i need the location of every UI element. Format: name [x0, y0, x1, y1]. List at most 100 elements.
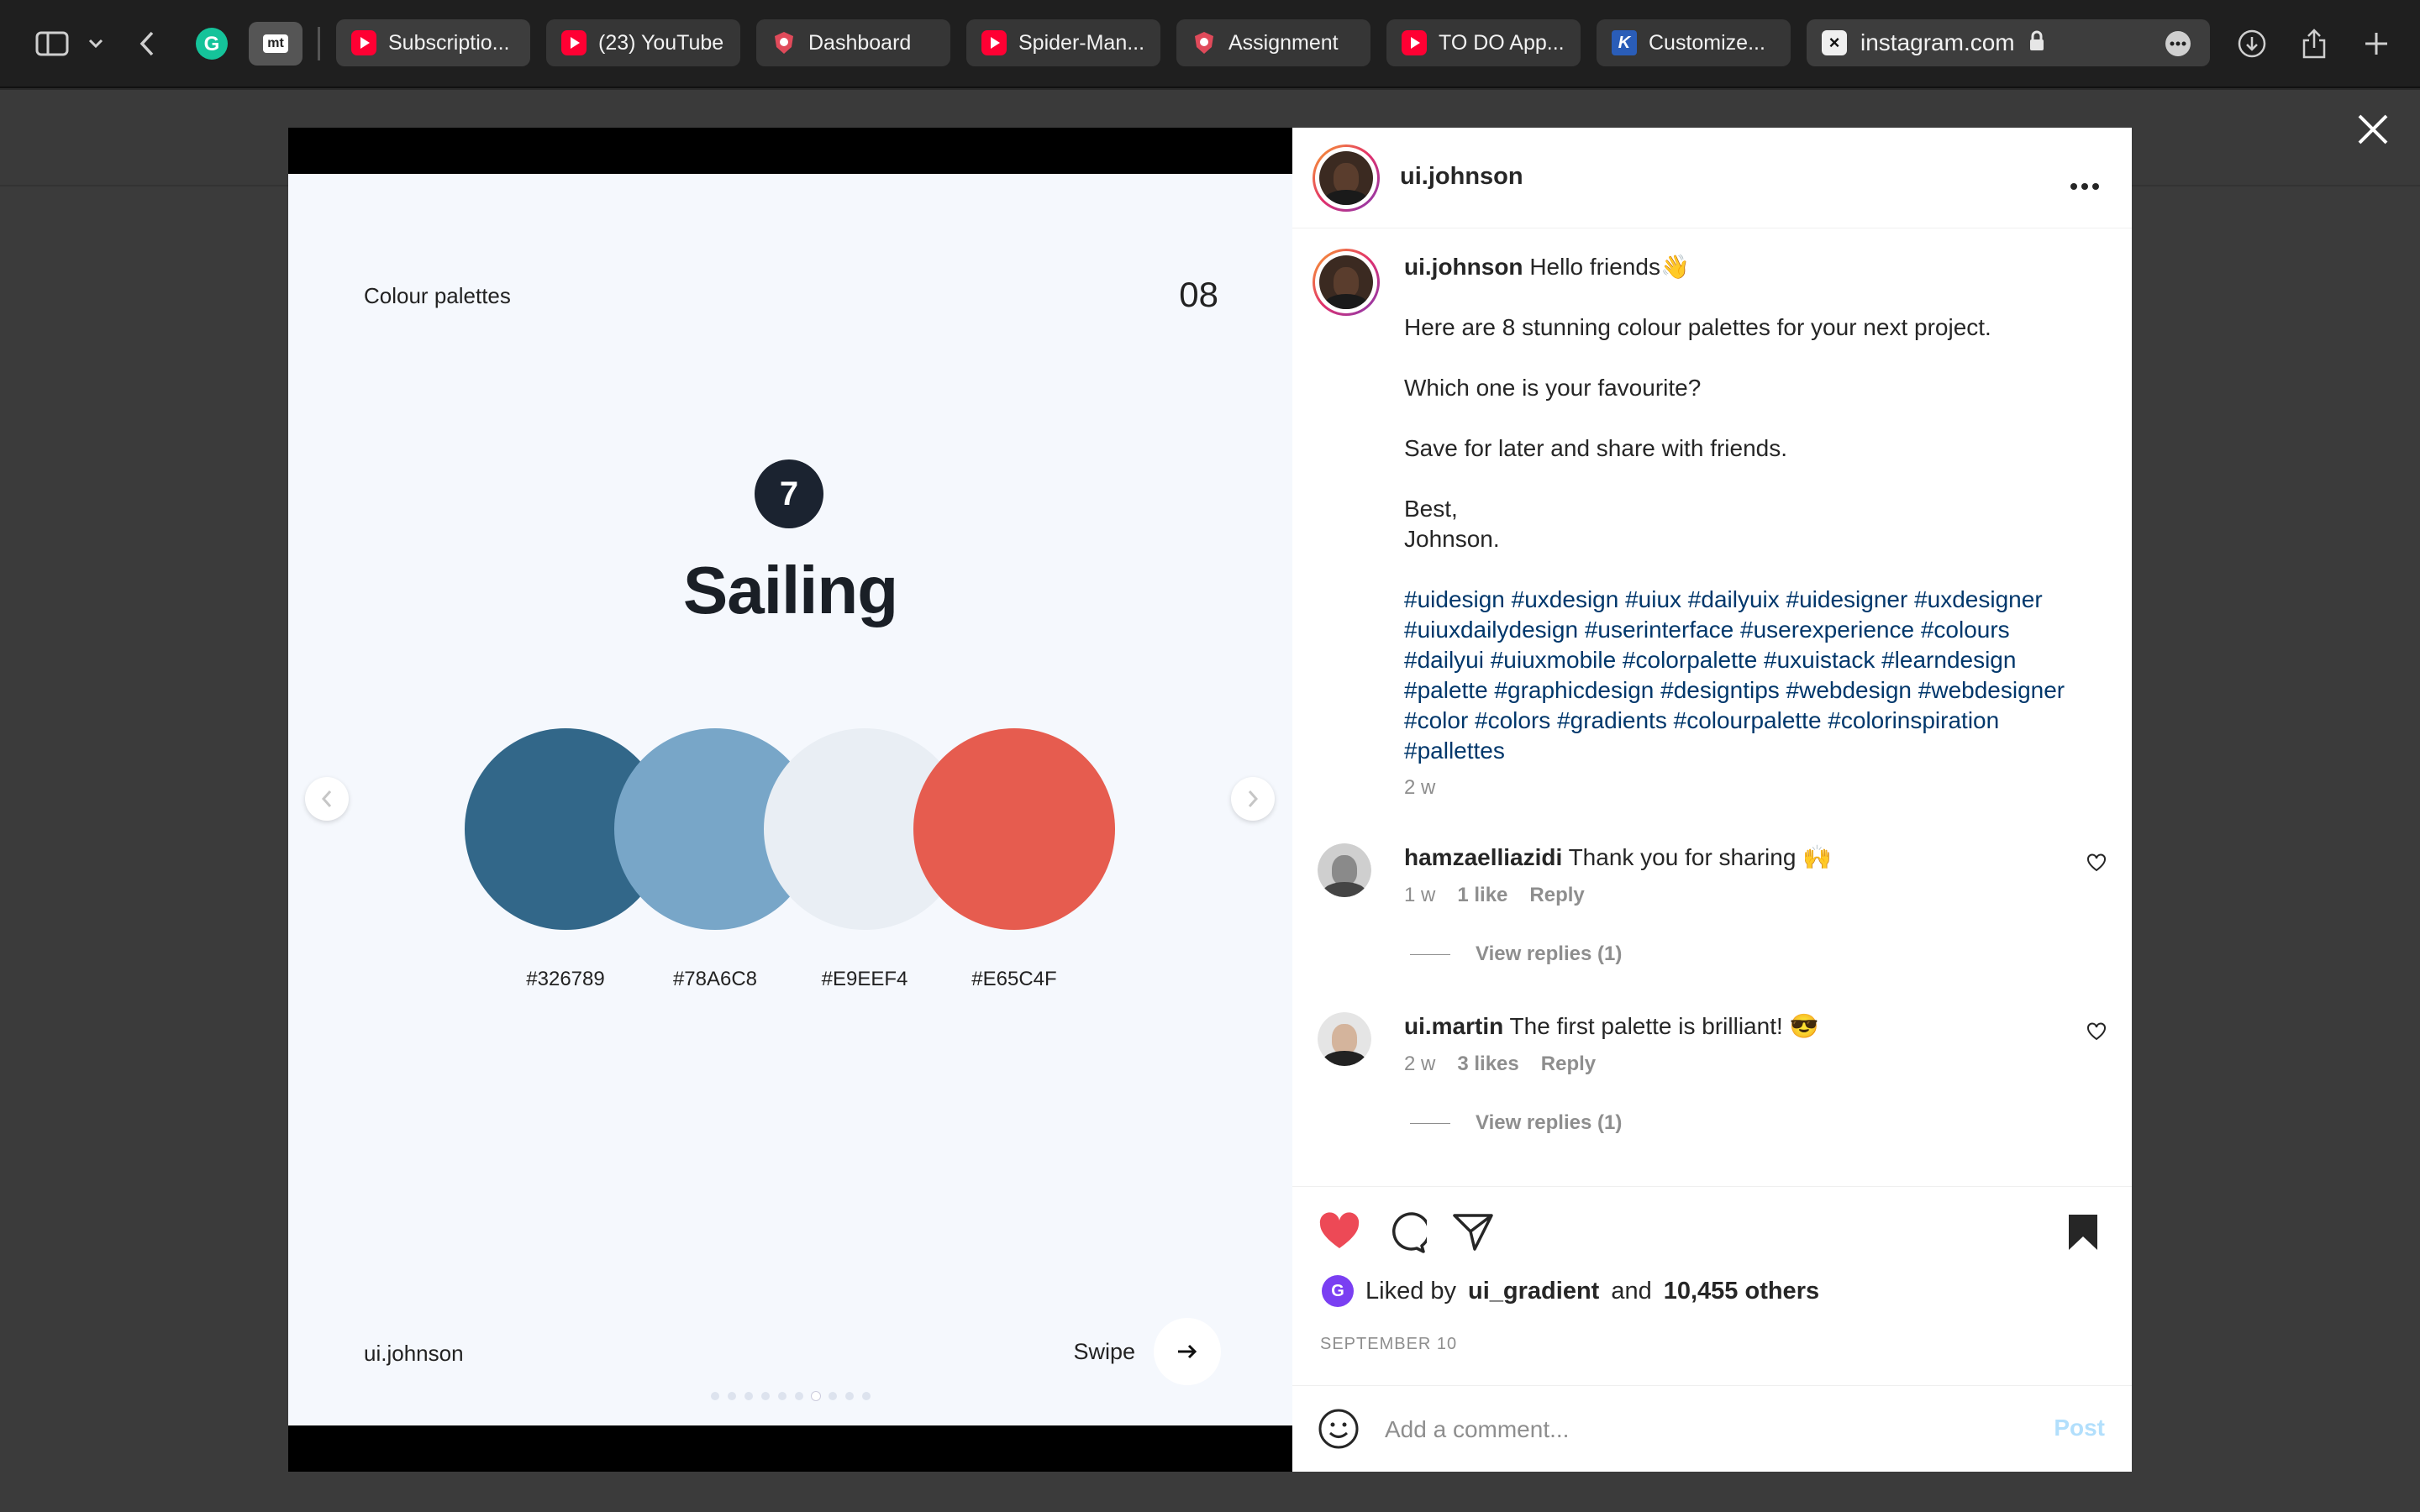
back-arrow-icon[interactable] [134, 22, 160, 66]
bookmark-icon[interactable] [2065, 1212, 2101, 1257]
liked-by-user[interactable]: ui_gradient [1468, 1278, 1599, 1305]
comment-body: The first palette is brilliant! 😎 [1509, 1013, 1819, 1039]
carousel-dot[interactable] [828, 1392, 837, 1400]
comment-icon[interactable] [1385, 1212, 1431, 1258]
comment-username[interactable]: ui.martin [1404, 1013, 1503, 1039]
carousel-dot[interactable] [744, 1392, 753, 1400]
avatar[interactable] [1318, 1012, 1371, 1066]
carousel-slide: Colour palettes 08 7 Sailing #326789 #78… [288, 174, 1292, 1425]
heart-icon[interactable] [2086, 1022, 2107, 1045]
comment-text: hamzaelliazidi Thank you for sharing 🙌 [1404, 843, 1832, 871]
post-details-panel: ui.johnson ui.johnson Hello friends👋 Her… [1292, 128, 2132, 1472]
emoji-icon[interactable] [1318, 1408, 1360, 1454]
browser-toolbar: G mt Subscriptio... (23) YouTube Dashboa… [0, 0, 2420, 88]
tab-youtube[interactable]: (23) YouTube [546, 19, 740, 66]
caption-line: Which one is your favourite? [1404, 375, 1702, 401]
comment: hamzaelliazidi Thank you for sharing 🙌 1… [1292, 843, 2132, 1003]
more-options-icon[interactable] [2160, 22, 2196, 66]
extension-icon[interactable]: mt [249, 22, 302, 66]
carousel-dot[interactable] [844, 1392, 854, 1400]
tab-dashboard[interactable]: Dashboard [756, 19, 950, 66]
comment-input[interactable] [1385, 1411, 1990, 1448]
tab-label: Assignment [1228, 30, 1339, 55]
avatar[interactable] [1318, 843, 1371, 897]
hex-label: #E65C4F [971, 968, 1057, 990]
carousel-dot[interactable] [760, 1392, 770, 1400]
reply-button[interactable]: Reply [1541, 1053, 1596, 1076]
avatar[interactable] [1313, 144, 1380, 212]
carousel-dot[interactable] [861, 1392, 871, 1400]
caption-signoff-name: Johnson. [1404, 526, 1500, 552]
like-heart-icon[interactable] [1318, 1212, 1361, 1255]
comment-meta: 1 w 1 like Reply [1404, 884, 1585, 907]
tab-assignment[interactable]: Assignment [1176, 19, 1370, 66]
post-caption: ui.johnson Hello friends👋 Here are 8 stu… [1404, 252, 2093, 803]
tab-customize[interactable]: K Customize... [1597, 19, 1791, 66]
caption-line: Save for later and share with friends. [1404, 435, 1788, 461]
slide-title: Colour palettes [364, 283, 511, 308]
tab-subscriptions[interactable]: Subscriptio... [336, 19, 530, 66]
chevron-right-icon [1248, 790, 1259, 807]
more-options-icon[interactable] [2070, 163, 2100, 198]
caption-username[interactable]: ui.johnson [1404, 254, 1523, 280]
carousel-dot[interactable] [794, 1392, 803, 1400]
tab-label: TO DO App... [1439, 30, 1565, 55]
close-tab-icon[interactable]: × [1822, 30, 1847, 55]
address-text: instagram.com [1860, 29, 2015, 55]
carousel-dots [288, 1392, 1292, 1400]
reply-line [1410, 1122, 1450, 1124]
post-header: ui.johnson [1292, 128, 2132, 228]
liked-by: G Liked by ui_gradient and 10,455 others [1322, 1275, 1819, 1307]
view-replies-button[interactable]: View replies (1) [1410, 1111, 1622, 1135]
reply-button[interactable]: Reply [1529, 884, 1584, 907]
comment-likes[interactable]: 1 like [1457, 884, 1507, 907]
comment-meta: 2 w 3 likes Reply [1404, 1053, 1596, 1076]
carousel-dot[interactable] [777, 1392, 786, 1400]
palette-number-badge: 7 [755, 459, 823, 528]
swipe-label: Swipe [1073, 1338, 1135, 1364]
close-icon[interactable] [2354, 111, 2391, 148]
next-slide-button[interactable] [1231, 777, 1275, 821]
tab-label: Dashboard [808, 30, 912, 55]
caption-signoff: Best, [1404, 496, 1458, 522]
add-comment-bar: Post [1292, 1385, 2132, 1473]
view-replies-button[interactable]: View replies (1) [1410, 942, 1622, 966]
caption-avatar[interactable] [1313, 249, 1380, 316]
chevron-down-icon[interactable] [84, 22, 108, 66]
view-replies-label: View replies (1) [1476, 942, 1623, 965]
new-tab-icon[interactable] [2356, 22, 2396, 66]
avatar[interactable]: G [1322, 1275, 1354, 1307]
youtube-icon [1402, 30, 1427, 55]
hashtags[interactable]: #uidesign #uxdesign #uiux #dailyuix #uid… [1404, 585, 2093, 766]
tab-label: Spider-Man... [1018, 30, 1145, 55]
previous-slide-button[interactable] [305, 777, 349, 821]
post-author-username[interactable]: ui.johnson [1400, 163, 1523, 191]
caption-greeting: Hello friends👋 [1529, 254, 1690, 280]
send-icon[interactable] [1452, 1212, 1494, 1257]
grammarly-icon[interactable]: G [193, 22, 230, 66]
heart-icon[interactable] [2086, 853, 2107, 876]
tab-spider-man[interactable]: Spider-Man... [966, 19, 1160, 66]
slide-number: 08 [1179, 275, 1218, 314]
extension-label: mt [263, 34, 288, 53]
address-bar[interactable]: × instagram.com [1807, 19, 2210, 66]
caption-timestamp: 2 w [1404, 776, 1436, 799]
comment-time: 2 w [1404, 1053, 1436, 1075]
liked-by-others[interactable]: 10,455 others [1664, 1278, 1819, 1305]
post-actions: G Liked by ui_gradient and 10,455 others… [1292, 1186, 2132, 1472]
carousel-dot[interactable] [811, 1392, 820, 1400]
tab-todo-app[interactable]: TO DO App... [1386, 19, 1581, 66]
caption-line: Here are 8 stunning colour palettes for … [1404, 314, 1991, 340]
sidebar-toggle-icon[interactable] [32, 22, 72, 66]
download-icon[interactable] [2232, 22, 2272, 66]
carousel-dot[interactable] [710, 1392, 719, 1400]
slide-footer-username: ui.johnson [364, 1341, 464, 1366]
comment-username[interactable]: hamzaelliazidi [1404, 844, 1562, 870]
liked-by-prefix: Liked by [1365, 1277, 1457, 1305]
tab-label: Subscriptio... [388, 30, 510, 55]
comment-likes[interactable]: 3 likes [1457, 1053, 1518, 1076]
carousel-dot[interactable] [727, 1392, 736, 1400]
svg-text:G: G [204, 33, 220, 55]
post-comment-button[interactable]: Post [2054, 1415, 2105, 1441]
share-icon[interactable] [2294, 22, 2334, 66]
